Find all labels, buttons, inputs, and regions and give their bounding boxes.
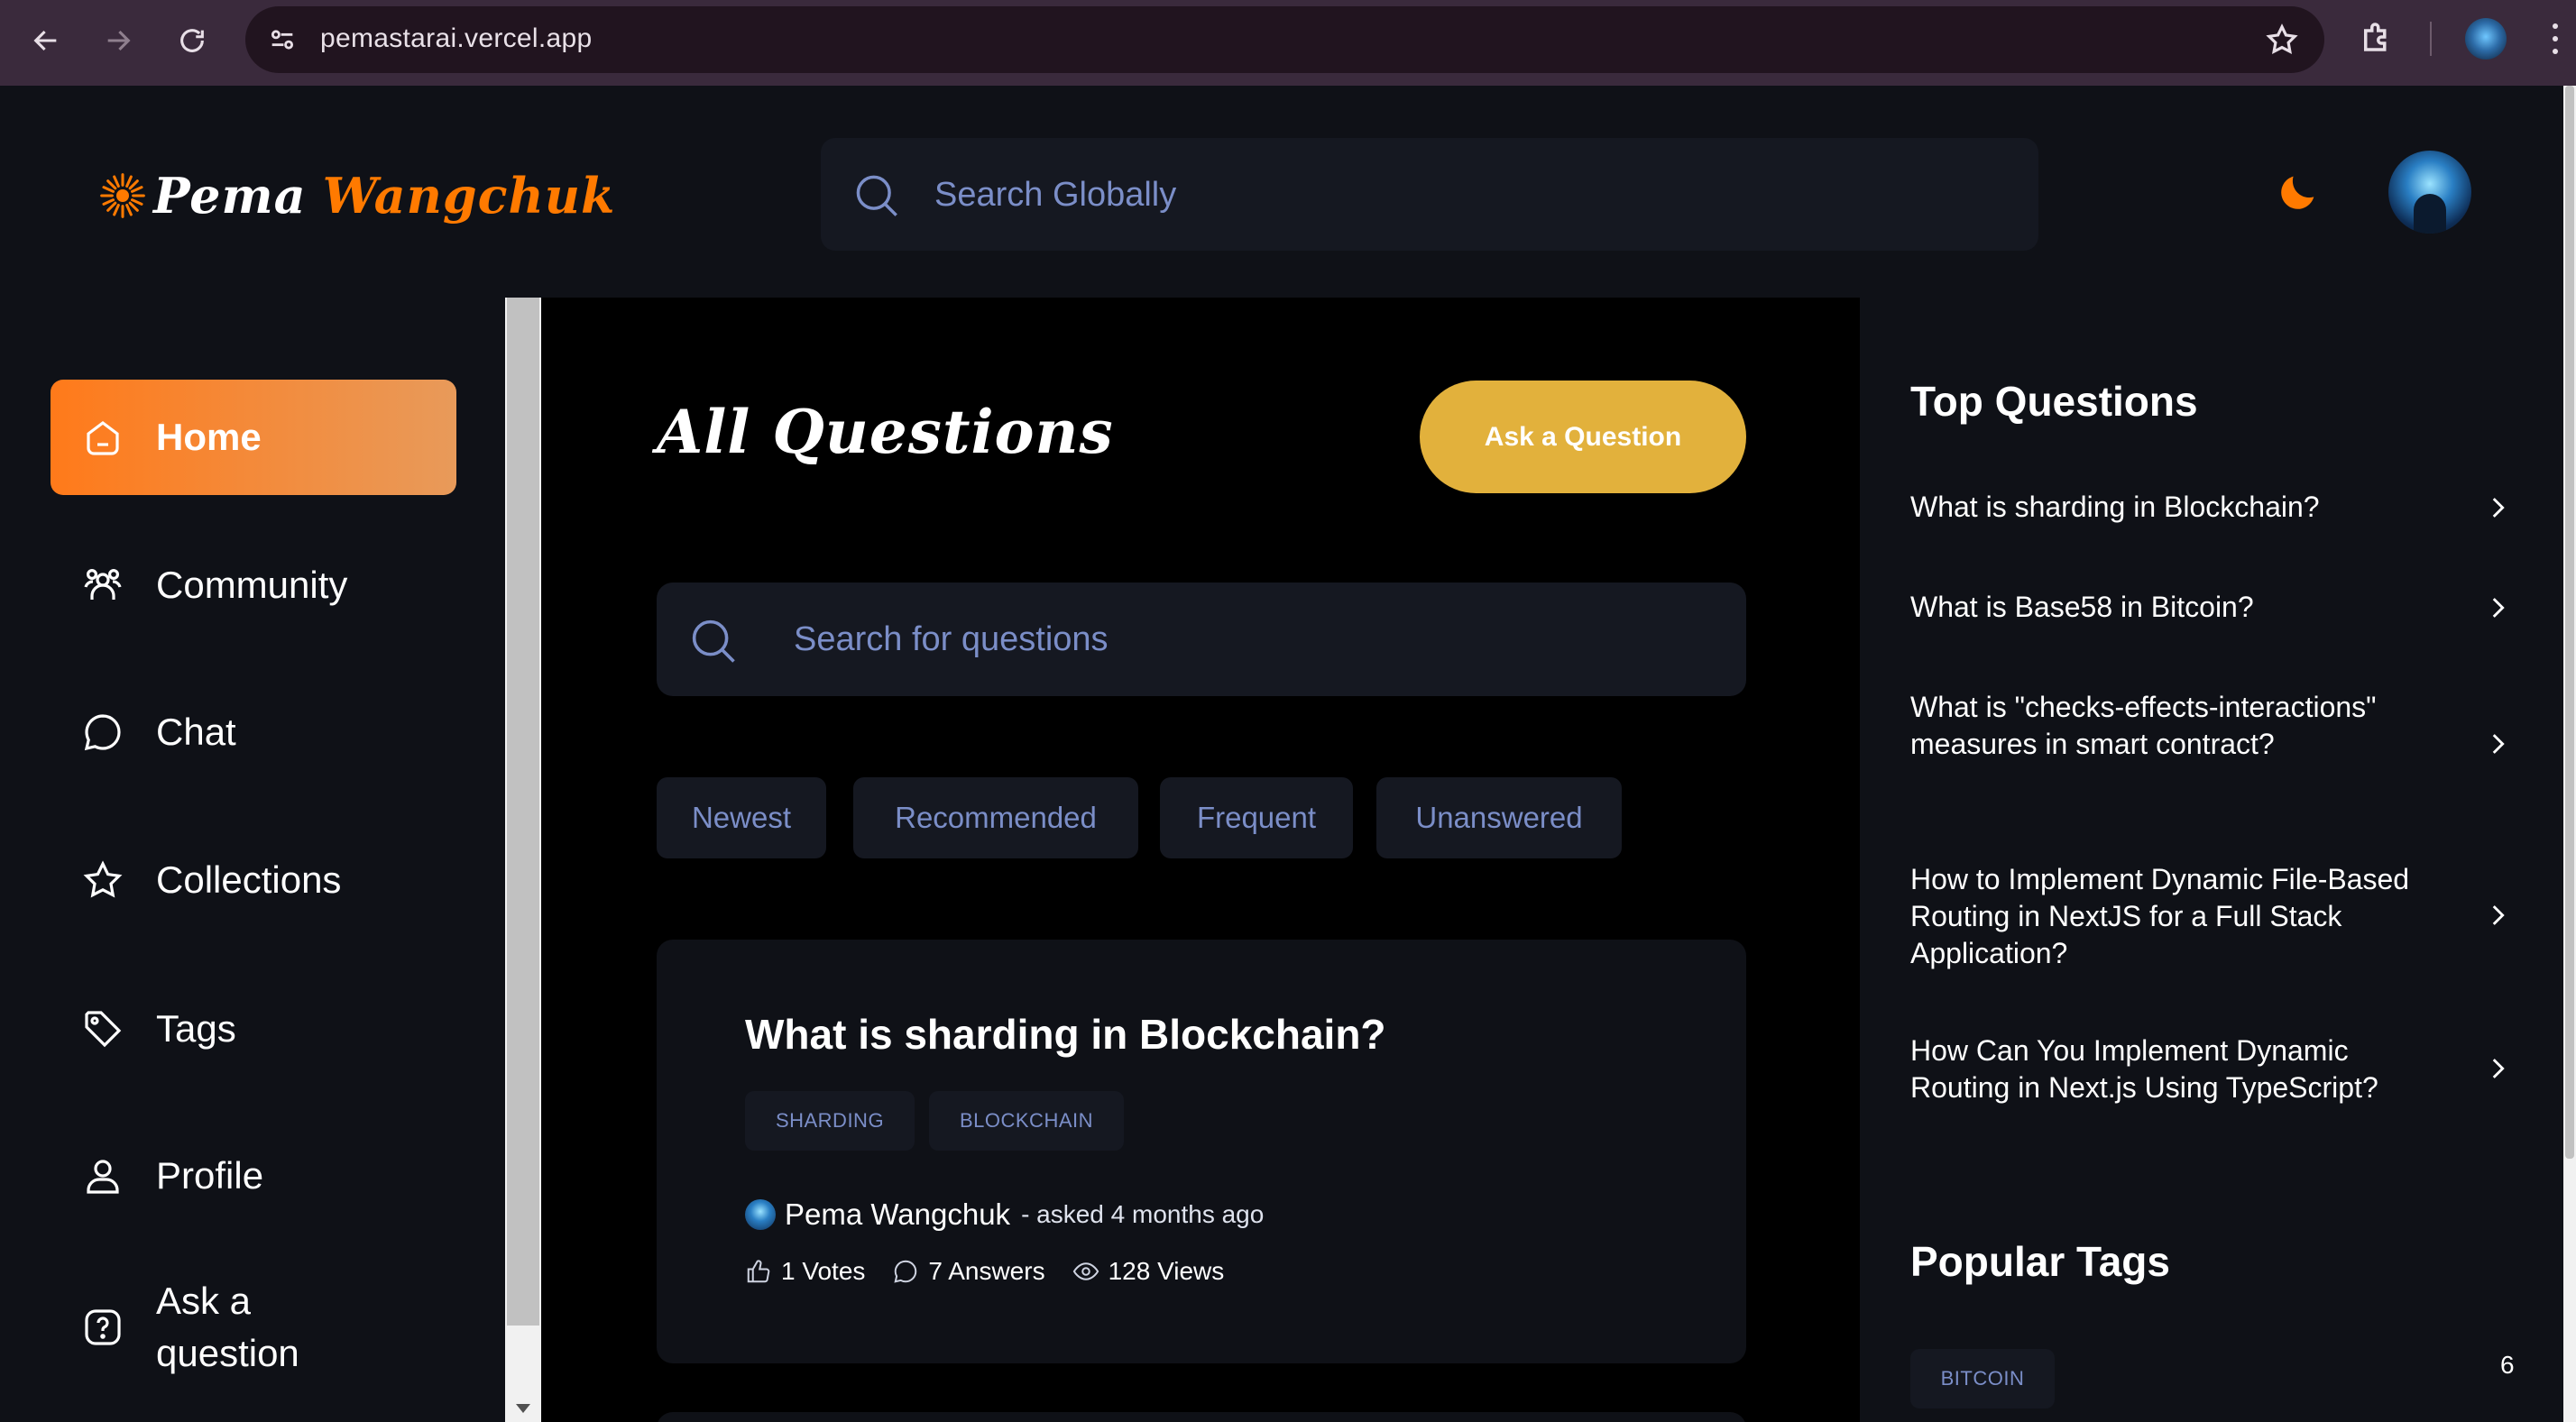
- chevron-right-icon[interactable]: [2482, 900, 2513, 931]
- question-tag[interactable]: BLOCKCHAIN: [929, 1091, 1124, 1151]
- question-search-placeholder: Search for questions: [794, 620, 1109, 658]
- moon-icon[interactable]: [2275, 169, 2322, 216]
- views-count: 128 Views: [1108, 1257, 1225, 1285]
- top-question-item[interactable]: How Can You Implement Dynamic Routing in…: [1910, 1032, 2452, 1106]
- sidebar-item-community[interactable]: Community: [51, 528, 456, 643]
- right-sidebar: Top Questions What is sharding in Blockc…: [1860, 298, 2563, 1422]
- top-question-item[interactable]: What is "checks-effects-interactions" me…: [1910, 689, 2415, 763]
- question-icon: [85, 1309, 121, 1345]
- sidebar-item-collections[interactable]: Collections: [51, 822, 456, 938]
- filter-recommended[interactable]: Recommended: [853, 777, 1138, 858]
- filter-unanswered[interactable]: Unanswered: [1376, 777, 1622, 858]
- logo-first-name: Pema: [153, 167, 307, 225]
- sidebar-item-label: Ask a question: [156, 1275, 299, 1380]
- scrollbar-thumb[interactable]: [2565, 86, 2574, 1159]
- popular-tag-count: 6: [2500, 1351, 2515, 1379]
- browser-profile-avatar[interactable]: [2465, 18, 2507, 60]
- sidebar-item-profile[interactable]: Profile: [51, 1118, 456, 1234]
- top-question-item[interactable]: What is sharding in Blockchain?: [1910, 489, 2452, 526]
- community-icon: [84, 568, 122, 600]
- filter-newest[interactable]: Newest: [657, 777, 826, 858]
- url-text: pemastarai.vercel.app: [320, 23, 593, 53]
- votes-count: 1 Votes: [781, 1257, 866, 1285]
- ask-question-button[interactable]: Ask a Question: [1420, 381, 1746, 493]
- back-button[interactable]: [25, 20, 67, 61]
- arrow-right-icon: [107, 30, 131, 51]
- page-title: All Questions: [657, 397, 1114, 467]
- question-tag[interactable]: SHARDING: [745, 1091, 915, 1151]
- sidebar-item-chat[interactable]: Chat: [51, 674, 456, 790]
- sidebar-item-tags[interactable]: Tags: [51, 971, 456, 1087]
- sidebar-item-label: Community: [156, 564, 348, 606]
- chevron-right-icon[interactable]: [2482, 1053, 2513, 1084]
- main-content: All Questions Ask a Question Search for …: [541, 298, 1860, 1422]
- question-search-input[interactable]: Search for questions: [657, 583, 1746, 696]
- user-avatar[interactable]: [2388, 151, 2471, 234]
- question-card[interactable]: What is sharding in Blockchain? SHARDING…: [657, 940, 1746, 1363]
- popular-tag[interactable]: BITCOIN: [1910, 1349, 2055, 1408]
- sidebar-item-ask-question[interactable]: Ask a question: [51, 1270, 456, 1385]
- top-questions-heading: Top Questions: [1910, 378, 2198, 425]
- reload-icon: [180, 29, 204, 52]
- ask-label-line2: question: [156, 1332, 299, 1374]
- logo-last-name: Wangchuk: [322, 167, 616, 225]
- top-question-item[interactable]: What is Base58 in Bitcoin?: [1910, 589, 2452, 626]
- question-card[interactable]: [657, 1412, 1746, 1422]
- question-stats: 1 Votes 7 Answers 128 Views: [745, 1257, 1251, 1286]
- filter-frequent[interactable]: Frequent: [1160, 777, 1353, 858]
- sidebar-item-label: Profile: [156, 1154, 264, 1197]
- site-logo[interactable]: Pema Wangchuk: [97, 167, 615, 225]
- arrow-left-icon: [33, 30, 57, 51]
- popular-tags-heading: Popular Tags: [1910, 1238, 2170, 1285]
- thumbs-up-icon: [747, 1260, 770, 1283]
- global-search-placeholder: Search Globally: [934, 176, 1177, 214]
- page-scrollbar[interactable]: [2563, 86, 2576, 1422]
- sidebar-item-label: Collections: [156, 858, 342, 901]
- sidebar-scrollbar[interactable]: [505, 298, 541, 1422]
- answers-stat: 7 Answers: [892, 1257, 1045, 1286]
- question-meta: Pema Wangchuk - asked 4 months ago: [745, 1197, 1264, 1232]
- browser-toolbar: pemastarai.vercel.app: [0, 0, 2576, 86]
- question-title[interactable]: What is sharding in Blockchain?: [745, 1010, 1386, 1059]
- tag-icon: [85, 1011, 122, 1048]
- votes-stat: 1 Votes: [745, 1257, 865, 1286]
- star-icon: [83, 860, 123, 898]
- sidebar-item-label: Chat: [156, 711, 236, 753]
- sidebar-item-label: Tags: [156, 1007, 236, 1050]
- toolbar-divider: [2430, 22, 2432, 56]
- forward-button[interactable]: [97, 20, 139, 61]
- home-icon: [87, 421, 119, 455]
- ask-label-line1: Ask a: [156, 1280, 252, 1322]
- answers-count: 7 Answers: [928, 1257, 1045, 1285]
- global-search-input[interactable]: Search Globally: [821, 138, 2038, 251]
- top-question-item[interactable]: How to Implement Dynamic File-Based Rout…: [1910, 861, 2415, 972]
- chevron-right-icon[interactable]: [2482, 592, 2513, 623]
- bookmark-star-icon[interactable]: [2265, 23, 2299, 57]
- comment-icon: [894, 1260, 917, 1283]
- author-avatar[interactable]: [745, 1199, 776, 1230]
- views-stat: 128 Views: [1072, 1257, 1225, 1286]
- search-icon: [856, 175, 897, 216]
- search-icon: [692, 619, 735, 663]
- reload-button[interactable]: [171, 20, 213, 61]
- eye-icon: [1072, 1262, 1099, 1280]
- address-bar[interactable]: pemastarai.vercel.app: [245, 6, 2324, 73]
- app-header: Pema Wangchuk Search Globally: [0, 86, 2576, 298]
- chevron-right-icon[interactable]: [2482, 492, 2513, 523]
- author-name[interactable]: Pema Wangchuk: [785, 1197, 1010, 1232]
- sidebar-item-home[interactable]: Home: [51, 380, 456, 495]
- extensions-icon[interactable]: [2358, 18, 2396, 56]
- asked-time: - asked 4 months ago: [1021, 1200, 1265, 1228]
- left-sidebar: Home Community Chat Collections Tags Pro…: [0, 298, 505, 1422]
- scrollbar-thumb[interactable]: [507, 298, 539, 1326]
- chevron-right-icon[interactable]: [2482, 729, 2513, 759]
- browser-menu-icon[interactable]: [2549, 18, 2562, 60]
- scroll-down-arrow-icon[interactable]: [516, 1404, 530, 1413]
- user-icon: [87, 1160, 119, 1194]
- sun-logo-icon: [100, 173, 145, 218]
- sidebar-item-label: Home: [156, 416, 262, 458]
- site-settings-icon[interactable]: [267, 24, 298, 55]
- chat-icon: [84, 714, 121, 751]
